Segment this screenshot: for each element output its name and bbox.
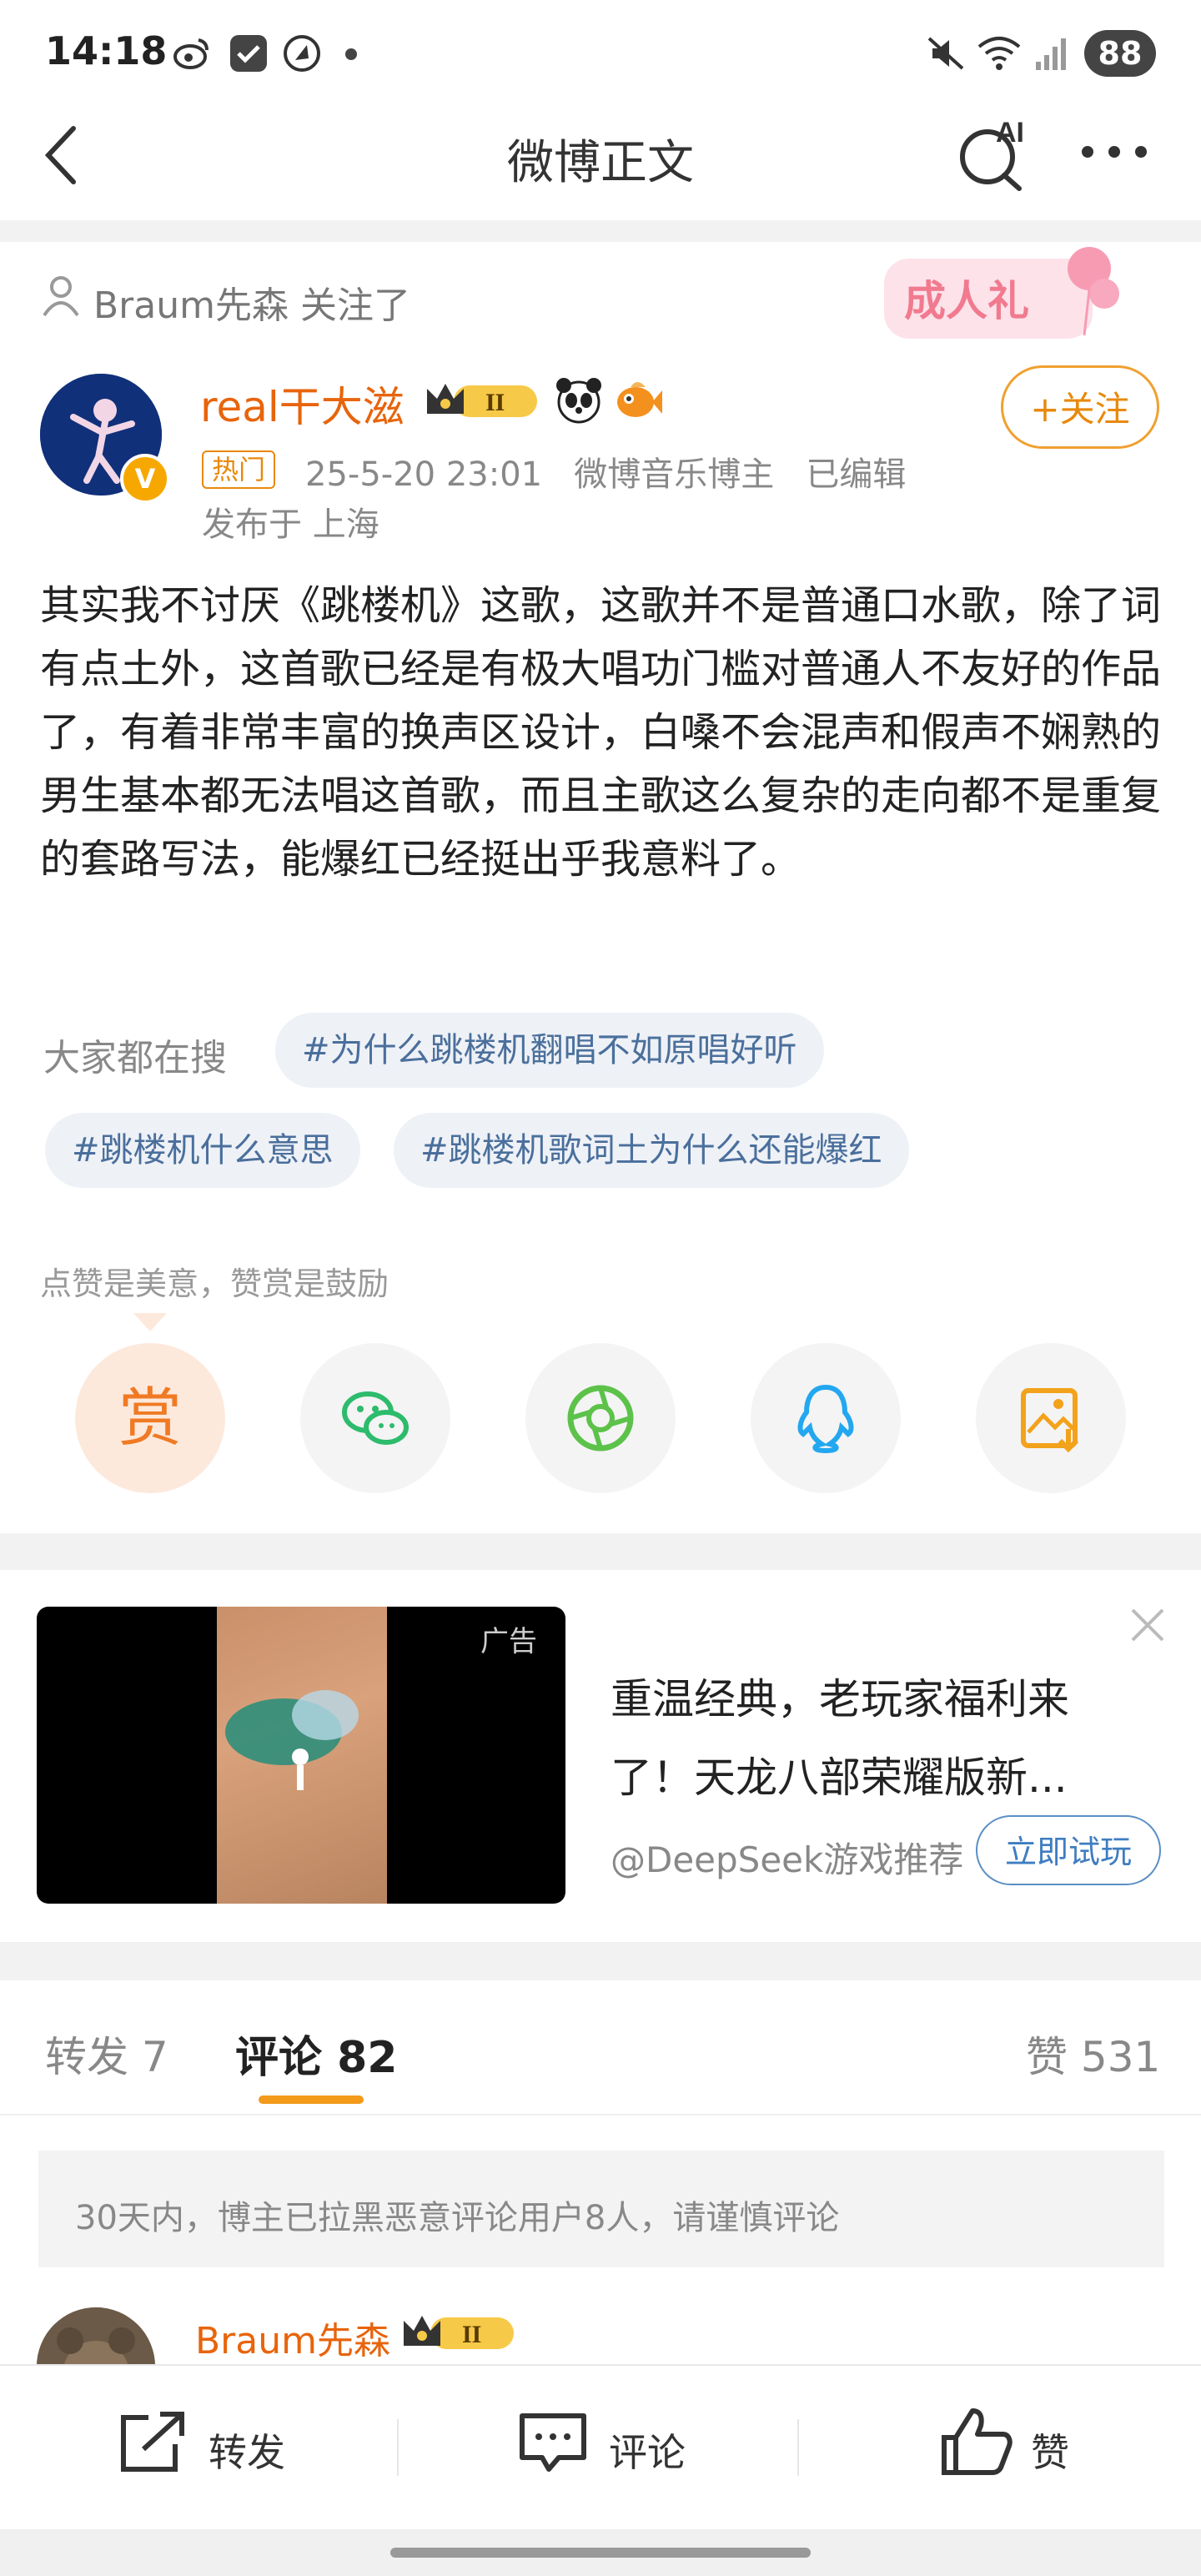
- follow-button[interactable]: +关注: [1001, 365, 1159, 449]
- qq-icon: [797, 1384, 854, 1454]
- ad-label: 广告: [480, 1625, 537, 1658]
- close-icon[interactable]: [1129, 1607, 1166, 1643]
- share-qq-button[interactable]: [751, 1343, 901, 1493]
- tab-comment[interactable]: 评论 82: [235, 2022, 397, 2085]
- wifi-icon: [976, 33, 1021, 73]
- goldfish-icon: [612, 375, 662, 425]
- verified-badge-icon: V: [120, 454, 170, 504]
- crown-level-text: II: [462, 2321, 481, 2348]
- compass-icon: [282, 33, 322, 73]
- divider: [797, 2419, 799, 2476]
- ai-badge: AI: [996, 117, 1024, 148]
- like-icon[interactable]: [939, 2406, 1014, 2478]
- divider: [0, 2114, 1201, 2116]
- coming-of-age-banner: 成人礼: [884, 244, 1151, 344]
- comment-notice-text: 30天内，博主已拉黑恶意评论用户8人，请谨慎评论: [75, 2199, 840, 2237]
- reward-button[interactable]: 赏: [75, 1343, 225, 1493]
- share-wechat-button[interactable]: [300, 1343, 450, 1493]
- search-chip[interactable]: #跳楼机歌词土为什么还能爆红: [394, 1113, 909, 1188]
- home-gesture-bar[interactable]: [390, 2548, 811, 2558]
- crown-level-icon: II: [400, 2309, 522, 2356]
- ad-source: @DeepSeek游戏推荐: [611, 1839, 964, 1880]
- status-time: 14:18: [45, 28, 168, 73]
- repost-icon[interactable]: [115, 2409, 190, 2476]
- trending-search-label: 大家都在搜: [43, 1037, 227, 1079]
- post-location: 发布于 上海: [202, 506, 379, 544]
- share-moments-button[interactable]: [525, 1343, 676, 1493]
- mute-icon: [926, 33, 966, 73]
- person-icon: [42, 275, 80, 317]
- commenter-name[interactable]: Braum先森: [195, 2311, 390, 2364]
- ad-video-frame: [217, 1607, 387, 1904]
- wechat-icon: [342, 1391, 409, 1445]
- tab-repost[interactable]: 转发 7: [45, 2024, 168, 2084]
- comment-icon[interactable]: [515, 2409, 590, 2476]
- author-name[interactable]: real干大滋: [200, 374, 405, 434]
- search-chip[interactable]: #跳楼机什么意思: [45, 1113, 360, 1188]
- tab-active-indicator: [259, 2096, 364, 2104]
- tab-like[interactable]: 赞 531: [1026, 2024, 1160, 2084]
- comment-button[interactable]: 评论: [609, 2423, 686, 2478]
- more-options-icon[interactable]: [1078, 142, 1151, 162]
- post-content: 其实我不讨厌《跳楼机》这歌，这歌并不是普通口水歌，除了词有点土外，这首歌已经是有…: [40, 582, 1162, 883]
- weibo-icon: [172, 33, 212, 73]
- hot-tag: 热门: [202, 450, 276, 489]
- reward-label: 赏: [118, 1381, 182, 1455]
- battery-indicator: 88: [1084, 30, 1156, 77]
- moments-icon: [567, 1385, 634, 1452]
- save-image-icon: [1021, 1388, 1079, 1453]
- crown-level-text: II: [485, 389, 505, 416]
- like-button[interactable]: 赞: [1031, 2423, 1069, 2478]
- repost-button[interactable]: 转发: [209, 2423, 285, 2478]
- pointer-icon: [133, 1313, 167, 1331]
- divider: [397, 2419, 399, 2476]
- signal-icon: [1033, 33, 1073, 73]
- follow-hint: Braum先森 关注了: [93, 284, 410, 327]
- post-meta: 25-5-20 23:01 微博音乐博主 已编辑: [305, 455, 907, 494]
- save-image-button[interactable]: [976, 1343, 1126, 1493]
- search-chip[interactable]: #为什么跳楼机翻唱不如原唱好听: [275, 1013, 824, 1088]
- ad-title[interactable]: 重温经典，老玩家福利来了！天龙八部荣耀版新...: [611, 1660, 1144, 1817]
- notification-dot-icon: [345, 48, 357, 60]
- ai-search-icon[interactable]: AI: [956, 117, 1039, 192]
- app-check-icon: [229, 33, 269, 73]
- crown-level-icon: II: [424, 377, 545, 424]
- banner-text: 成人礼: [904, 278, 1029, 325]
- try-now-button[interactable]: 立即试玩: [976, 1815, 1161, 1885]
- praise-text: 点赞是美意，赞赏是鼓励: [40, 1265, 389, 1302]
- panda-icon: [554, 375, 604, 425]
